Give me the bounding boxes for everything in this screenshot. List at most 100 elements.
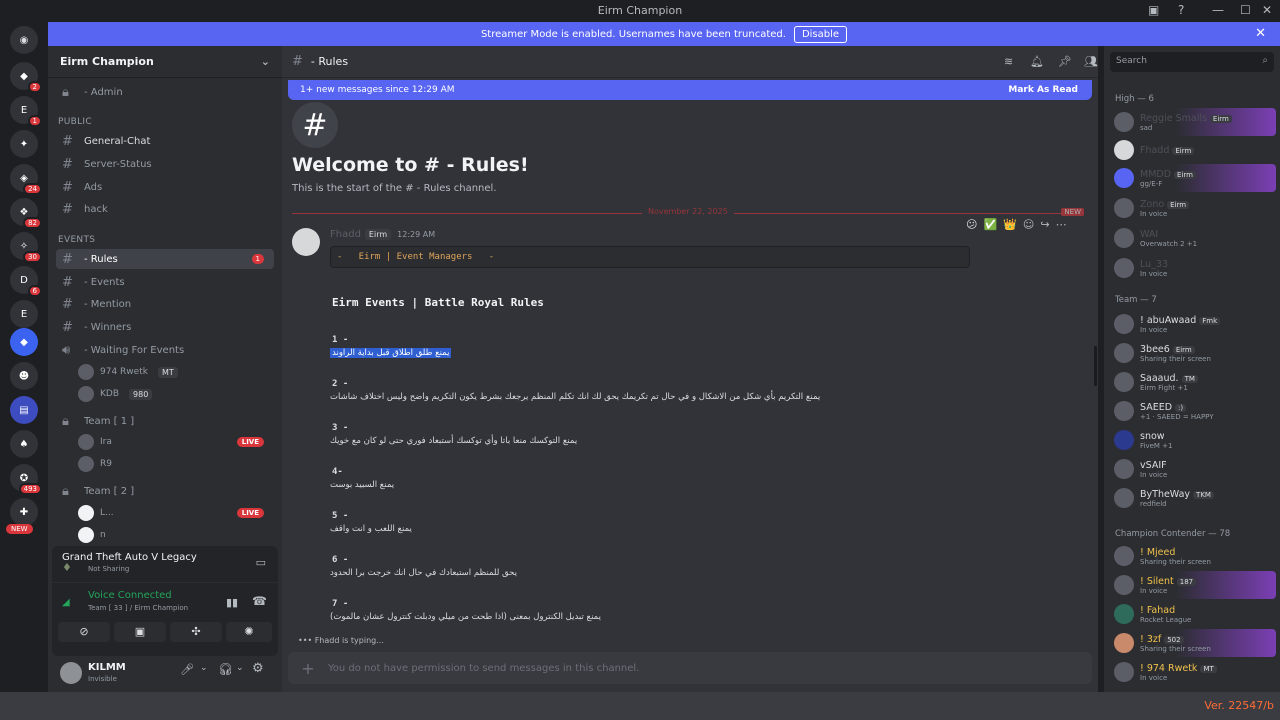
channel-team-2[interactable]: 🔒︎ Team [ 2 ] xyxy=(56,481,274,501)
server-icon[interactable]: ☻ xyxy=(10,362,38,390)
channel-server-status[interactable]: # Server-Status xyxy=(56,154,274,174)
server-icon[interactable]: ♠ xyxy=(10,430,38,458)
disconnect-icon[interactable]: ☎ xyxy=(252,594,267,608)
close-window-icon[interactable]: ✕ xyxy=(1262,3,1272,17)
soundboard-button[interactable]: ✺ xyxy=(226,622,272,642)
voice-user[interactable]: n xyxy=(78,525,274,545)
member-item[interactable]: Lu_33 In voice xyxy=(1108,254,1276,282)
channel-mention[interactable]: # - Mention xyxy=(56,294,274,314)
server-icon[interactable]: ✚ xyxy=(10,498,38,526)
activities-button[interactable]: ✣ xyxy=(170,622,222,642)
chevron-down-icon[interactable]: ⌄ xyxy=(200,663,208,673)
voice-user[interactable]: 974 Rwetk MT xyxy=(78,362,274,382)
channel-winners[interactable]: # - Winners xyxy=(56,317,274,337)
minimize-icon[interactable]: — xyxy=(1212,3,1224,17)
check-reaction-icon[interactable]: ✅ xyxy=(983,218,997,231)
user-panel: KILMM Invisible 🎤︎ ⌄ 🎧︎ ⌄ ⚙ xyxy=(56,656,274,696)
member-item[interactable]: Zono Eirm In voice xyxy=(1108,194,1276,222)
inbox-icon[interactable]: ▣ xyxy=(1148,3,1159,17)
forward-icon[interactable]: ↪ xyxy=(1040,218,1049,231)
member-item[interactable]: snow FiveM +1 xyxy=(1108,426,1276,454)
help-icon[interactable]: ? xyxy=(1178,3,1184,17)
member-item[interactable]: ! Mjeed Sharing their screen xyxy=(1108,542,1276,570)
server-icon[interactable]: ◆ 2 xyxy=(10,62,42,93)
voice-channel[interactable]: Team [ 33 ] / Eirm Champion xyxy=(88,604,188,612)
server-icon[interactable]: ◆ xyxy=(10,328,38,356)
channel-rules[interactable]: # - Rules 1 xyxy=(56,249,274,269)
close-icon[interactable]: ✕ xyxy=(1255,26,1266,41)
scrollbar-thumb[interactable] xyxy=(1094,346,1097,386)
server-icon[interactable]: ✦ xyxy=(10,130,38,158)
server-icon[interactable]: ✧ 30 xyxy=(10,232,42,263)
category-events[interactable]: EVENTS xyxy=(58,235,95,245)
server-icon[interactable]: D6 xyxy=(10,266,42,297)
share-screen-button[interactable]: ▣ xyxy=(114,622,166,642)
channel-ads[interactable]: # Ads xyxy=(56,177,274,197)
server-icon[interactable]: ◈ 24 xyxy=(10,164,42,195)
member-item[interactable]: vSAIF In voice xyxy=(1108,455,1276,483)
headphones-icon[interactable]: 🎧︎ xyxy=(218,662,233,676)
member-item[interactable]: Fhadd Eirm xyxy=(1108,136,1276,164)
rule-text: يمنع السبيد بوست xyxy=(330,480,395,490)
channel-general-chat[interactable]: # General-Chat xyxy=(56,131,274,151)
bell-icon[interactable]: 🔔︎ xyxy=(1030,55,1044,68)
discord-home-icon[interactable]: ◉ xyxy=(10,26,38,54)
camera-button[interactable]: ⊘ xyxy=(58,622,110,642)
gear-icon[interactable]: ⚙ xyxy=(252,661,264,676)
chevron-down-icon[interactable]: ⌄ xyxy=(236,663,244,673)
channel-admin[interactable]: 🔒︎ - Admin xyxy=(56,82,274,102)
member-status: In voice xyxy=(1140,209,1168,218)
search-input[interactable]: Search ⌕ xyxy=(1110,52,1274,72)
member-item[interactable]: 3bee6 Eirm Sharing their screen xyxy=(1108,339,1276,367)
member-item[interactable]: ! Fahad Rocket League xyxy=(1108,600,1276,628)
live-badge: LIVE xyxy=(236,437,264,447)
member-item[interactable]: SAEED:) +1 · SAEED = HAPPY xyxy=(1108,397,1276,425)
server-icon[interactable]: E1 xyxy=(10,96,42,127)
server-icon[interactable]: ✪ 493 xyxy=(10,464,42,495)
microphone-icon[interactable]: 🎤︎ xyxy=(180,663,194,676)
plus-icon[interactable]: + xyxy=(288,659,328,678)
category-public[interactable]: PUBLIC xyxy=(58,117,92,127)
server-icon[interactable]: ❖ 82 xyxy=(10,198,42,229)
voice-user[interactable]: KDB 980 xyxy=(78,384,274,404)
channel-events[interactable]: # - Events xyxy=(56,272,274,292)
member-item[interactable]: Reggie Smalls Eirm sad xyxy=(1108,108,1276,136)
disable-button[interactable]: Disable xyxy=(793,25,848,43)
crown-reaction-icon[interactable]: 👑 xyxy=(1003,218,1017,231)
avatar[interactable] xyxy=(60,662,82,684)
more-icon[interactable]: ⋯ xyxy=(1056,218,1067,231)
member-list-icon[interactable]: 👥︎ xyxy=(1084,55,1098,68)
member-item[interactable]: ! 3zf 502 Sharing their screen xyxy=(1108,629,1276,657)
member-item[interactable]: ! abuAwaad Fmk In voice xyxy=(1108,310,1276,338)
channel-team-1[interactable]: 🔒︎ Team [ 1 ] xyxy=(56,411,274,431)
member-item[interactable]: WAI Overwatch 2 +1 xyxy=(1108,224,1276,252)
server-icon[interactable]: E xyxy=(10,300,38,328)
maximize-icon[interactable]: ☐ xyxy=(1240,3,1251,17)
server-header[interactable]: Eirm Champion ⌄ xyxy=(48,46,282,78)
reaction-icon[interactable]: 😕 xyxy=(966,218,977,231)
threads-icon[interactable]: ≋ xyxy=(1004,55,1013,68)
new-messages-bar[interactable]: 1+ new messages since 12:29 AM Mark As R… xyxy=(288,80,1092,100)
new-badge: NEW xyxy=(6,524,33,534)
author-name[interactable]: Fhadd xyxy=(330,229,361,240)
date-label: November 22, 2025 xyxy=(642,207,734,216)
pin-icon[interactable]: 📌︎ xyxy=(1058,55,1072,68)
voice-user[interactable]: L... LIVE xyxy=(78,503,274,523)
noise-icon[interactable]: ▮▮ xyxy=(226,596,238,609)
member-item[interactable]: ! 974 Rwetk MT In voice xyxy=(1108,658,1276,686)
avatar[interactable] xyxy=(292,228,320,256)
chevron-down-icon[interactable]: ⌄ xyxy=(261,55,270,68)
message-composer[interactable]: + You do not have permission to send mes… xyxy=(288,652,1092,684)
member-item[interactable]: MMDD Eirm gg/E-F xyxy=(1108,164,1276,192)
channel-waiting-for-events[interactable]: 🔊︎ - Waiting For Events xyxy=(56,340,274,360)
member-item[interactable]: ByTheWay TKM redfield xyxy=(1108,484,1276,512)
emoji-icon[interactable]: ☺ xyxy=(1023,218,1034,231)
member-item[interactable]: Saaaud. TM Eirm Fight +1 xyxy=(1108,368,1276,396)
member-item[interactable]: ! Silent 187 In voice xyxy=(1108,571,1276,599)
folder-icon[interactable]: ▤ xyxy=(10,396,38,424)
voice-user[interactable]: R9 xyxy=(78,454,274,474)
screen-share-icon[interactable]: ▭ xyxy=(256,556,266,569)
mark-as-read-button[interactable]: Mark As Read xyxy=(1008,85,1078,95)
voice-user[interactable]: Ira LIVE xyxy=(78,432,274,452)
channel-hack[interactable]: # hack xyxy=(56,199,274,219)
